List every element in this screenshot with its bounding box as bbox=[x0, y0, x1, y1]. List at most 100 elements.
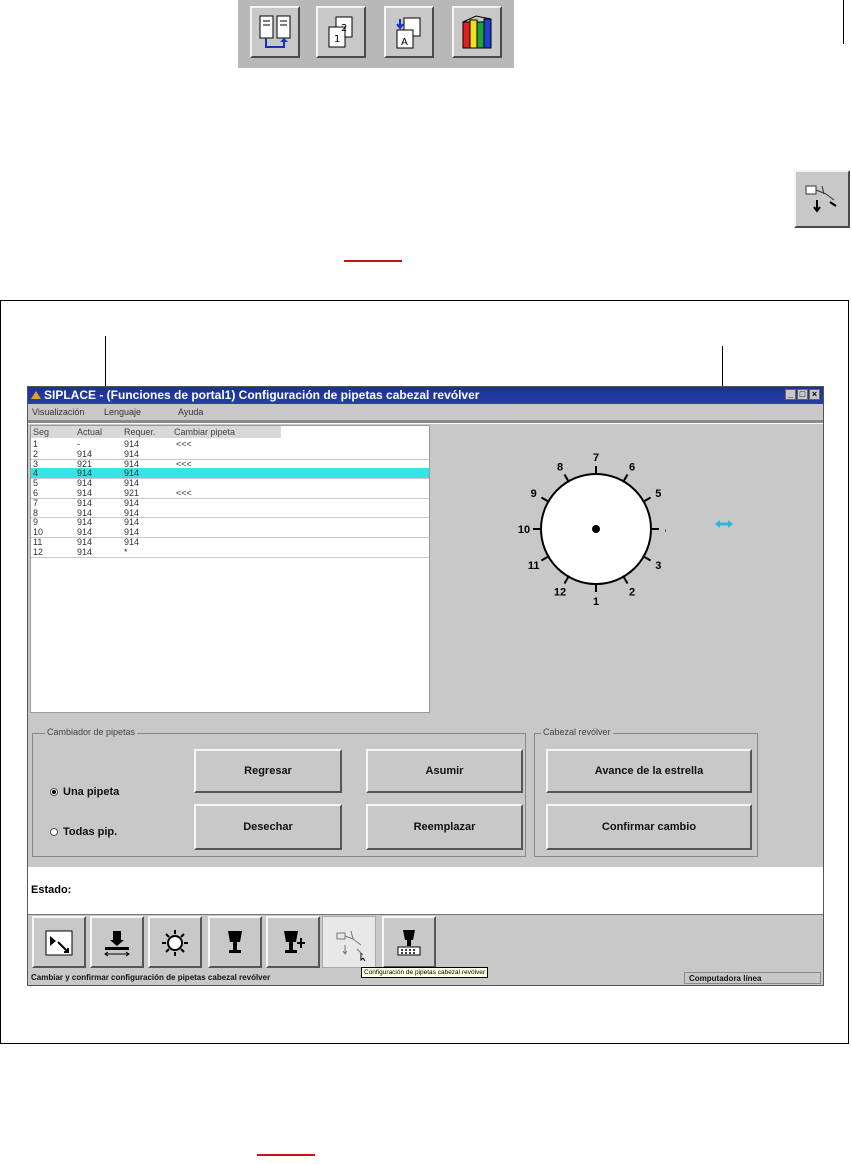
window-title: SIPLACE - (Funciones de portal1) Configu… bbox=[44, 388, 480, 402]
cell-actual: 914 bbox=[77, 517, 93, 528]
resize-arrow-icon bbox=[715, 520, 733, 528]
menu-bar: Visualización Lenguaje Ayuda bbox=[28, 404, 823, 420]
dial-label: 4 bbox=[665, 524, 666, 536]
cell-actual: 914 bbox=[77, 468, 93, 479]
col-seg: Seg bbox=[33, 427, 50, 437]
nozzle-icon bbox=[228, 931, 242, 953]
table-row[interactable]: 5 914 914 bbox=[31, 478, 429, 488]
vision-button[interactable] bbox=[148, 916, 202, 968]
swap-document-button[interactable]: A bbox=[384, 6, 434, 58]
cell-actual: 914 bbox=[77, 507, 93, 518]
radio-todas-indicator bbox=[50, 828, 58, 837]
reemplazar-button[interactable]: Reemplazar bbox=[366, 804, 523, 850]
table-row[interactable]: 3 921 914 <<< bbox=[31, 459, 429, 469]
table-row[interactable]: 1 - 914 <<< bbox=[31, 439, 429, 449]
status-bar: Cambiar y confirmar configuración de pip… bbox=[28, 971, 823, 985]
col-requer: Requer. bbox=[124, 427, 156, 437]
dial-label: 5 bbox=[655, 488, 661, 500]
col-cambiar: Cambiar pipeta bbox=[174, 427, 236, 437]
cell-seg: 5 bbox=[33, 478, 39, 489]
table-row[interactable]: 9 914 914 bbox=[31, 517, 429, 527]
cell-cambiar: <<< bbox=[176, 488, 192, 498]
cell-cambiar: <<< bbox=[176, 458, 192, 469]
nozzle-tray-icon bbox=[397, 930, 421, 956]
nozzle-changer-group: Cambiador de pipetas Una pipeta Todas pi… bbox=[32, 727, 526, 857]
svg-text:2: 2 bbox=[341, 23, 347, 34]
cell-actual: 914 bbox=[77, 537, 93, 547]
avance-estrella-button[interactable]: Avance de la estrella bbox=[546, 749, 752, 793]
confirmar-cambio-button[interactable]: Confirmar cambio bbox=[546, 804, 752, 850]
cell-actual: 914 bbox=[77, 478, 93, 489]
nozzle-changer-label: Cambiador de pipetas bbox=[45, 727, 138, 737]
desechar-button[interactable]: Desechar bbox=[194, 804, 342, 850]
radio-una-indicator bbox=[50, 788, 58, 797]
cell-seg: 11 bbox=[33, 537, 43, 547]
panel-switch-icon bbox=[259, 15, 291, 48]
table-row[interactable]: 11 914 914 bbox=[31, 537, 429, 547]
nozzle-plus-icon bbox=[284, 931, 305, 953]
nozzle-segment-table[interactable]: Seg Actual Requer. Cambiar pipeta 1-914 <… bbox=[30, 425, 430, 713]
pages-button[interactable]: 2 1 bbox=[316, 6, 366, 58]
cell-actual: 914 bbox=[77, 546, 93, 557]
swap-document-icon: A bbox=[396, 17, 421, 49]
regresar-button[interactable]: Regresar bbox=[194, 749, 342, 793]
dial-tick bbox=[622, 473, 629, 483]
select-arrow-icon bbox=[45, 930, 73, 956]
radio-una-label: Una pipeta bbox=[63, 786, 120, 798]
dial-tick bbox=[642, 496, 652, 503]
cell-actual: 921 bbox=[77, 458, 93, 469]
cell-seg: 10 bbox=[33, 527, 44, 538]
close-button[interactable]: × bbox=[809, 389, 820, 400]
cell-requer: * bbox=[124, 546, 128, 557]
maximize-button[interactable]: □ bbox=[797, 389, 808, 400]
svg-text:A: A bbox=[401, 37, 408, 48]
menu-visualizacion[interactable]: Visualización bbox=[32, 404, 84, 420]
cell-actual: 914 bbox=[77, 497, 93, 508]
table-row[interactable]: 7 914 914 bbox=[31, 498, 429, 508]
corner-line bbox=[843, 0, 844, 44]
cell-requer: 914 bbox=[124, 458, 140, 469]
menu-separator bbox=[28, 420, 823, 424]
conveyor-icon bbox=[104, 931, 130, 957]
table-row[interactable]: 12 914 * bbox=[31, 547, 429, 558]
dial-label: 3 bbox=[655, 560, 661, 572]
status-label: Estado: bbox=[31, 884, 72, 896]
nozzle-button[interactable] bbox=[208, 916, 262, 968]
app-icon bbox=[31, 391, 41, 399]
cell-requer: 914 bbox=[124, 478, 140, 489]
cell-seg: 4 bbox=[33, 468, 39, 479]
minimize-button[interactable]: _ bbox=[785, 389, 796, 400]
radio-una-pipeta[interactable]: Una pipeta bbox=[50, 786, 119, 798]
nozzle-config-button[interactable] bbox=[322, 916, 376, 968]
cell-requer: 914 bbox=[124, 517, 140, 528]
nozzle-tray-button[interactable] bbox=[382, 916, 436, 968]
cell-seg: 9 bbox=[33, 517, 39, 528]
cell-requer: 914 bbox=[124, 507, 140, 518]
books-icon bbox=[462, 15, 492, 49]
pages-icon: 2 1 bbox=[328, 16, 353, 48]
red-underline-1 bbox=[344, 260, 402, 262]
sun-icon bbox=[162, 930, 188, 956]
menu-lenguaje[interactable]: Lenguaje bbox=[104, 404, 141, 420]
dial-label: 12 bbox=[554, 586, 566, 598]
cell-seg: 12 bbox=[33, 546, 44, 557]
status-area: Estado: bbox=[28, 867, 823, 915]
cell-seg: 1 bbox=[33, 439, 39, 449]
bottom-toolbar bbox=[28, 913, 823, 971]
nozzle-config-side-button[interactable] bbox=[794, 170, 850, 228]
select-button[interactable] bbox=[32, 916, 86, 968]
nozzle-plus-button[interactable] bbox=[266, 916, 320, 968]
library-button[interactable] bbox=[452, 6, 502, 58]
cell-actual: 914 bbox=[77, 527, 93, 538]
conveyor-button[interactable] bbox=[90, 916, 144, 968]
dial-tick bbox=[642, 555, 652, 562]
menu-ayuda[interactable]: Ayuda bbox=[178, 404, 203, 420]
cell-seg: 3 bbox=[33, 458, 39, 469]
asumir-button[interactable]: Asumir bbox=[366, 749, 523, 793]
revolver-head-label: Cabezal revólver bbox=[541, 727, 613, 737]
panel-switch-button[interactable] bbox=[250, 6, 300, 58]
radio-todas-pip[interactable]: Todas pip. bbox=[50, 826, 117, 838]
cell-requer: 914 bbox=[124, 448, 140, 459]
status-bar-message: Cambiar y confirmar configuración de pip… bbox=[31, 973, 271, 982]
title-bar: SIPLACE - (Funciones de portal1) Configu… bbox=[28, 387, 823, 404]
